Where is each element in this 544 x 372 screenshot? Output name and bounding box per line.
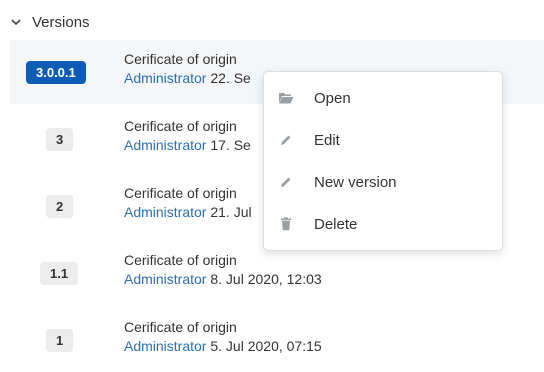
trash-icon [278, 216, 294, 232]
version-date: 17. Se [210, 137, 251, 153]
version-title: Cerificate of origin [124, 118, 237, 134]
context-menu-item-delete[interactable]: Delete [264, 203, 502, 245]
version-date: 21. Jul [210, 204, 252, 220]
version-meta: Administrator 21. Jul [124, 204, 252, 220]
version-badge: 1.1 [40, 262, 79, 285]
version-badge: 1 [46, 329, 74, 352]
chevron-down-icon[interactable] [8, 14, 24, 30]
version-title: Cerificate of origin [124, 319, 237, 335]
version-date: 22. Se [210, 70, 251, 86]
version-meta: Administrator 17. Se [124, 137, 251, 153]
context-menu-item-new-version[interactable]: New version [264, 161, 502, 203]
version-author-link[interactable]: Administrator [124, 70, 206, 86]
version-badge: 3 [46, 128, 74, 151]
version-author-link[interactable]: Administrator [124, 137, 206, 153]
context-menu: Open Edit New version Delete [263, 71, 503, 251]
version-title: Cerificate of origin [124, 51, 237, 67]
version-meta: Administrator 5. Jul 2020, 07:15 [124, 338, 322, 354]
version-badge: 2 [46, 195, 74, 218]
version-date: 5. Jul 2020, 07:15 [210, 338, 322, 354]
version-author-link[interactable]: Administrator [124, 271, 206, 287]
version-title: Cerificate of origin [124, 252, 237, 268]
context-menu-label: Edit [314, 131, 340, 149]
version-title: Cerificate of origin [124, 185, 237, 201]
pencil-icon [278, 132, 294, 148]
context-menu-label: Open [314, 89, 351, 107]
version-meta: Administrator 8. Jul 2020, 12:03 [124, 271, 322, 287]
version-meta: Administrator 22. Se [124, 70, 251, 86]
context-menu-label: New version [314, 173, 397, 191]
version-author-link[interactable]: Administrator [124, 204, 206, 220]
folder-open-icon [278, 90, 294, 106]
version-badge: 3.0.0.1 [26, 61, 86, 84]
pencil-icon [278, 174, 294, 190]
versions-section-title: Versions [32, 13, 90, 31]
context-menu-label: Delete [314, 215, 358, 233]
version-date: 8. Jul 2020, 12:03 [210, 271, 322, 287]
context-menu-item-edit[interactable]: Edit [264, 119, 502, 161]
versions-section-header[interactable]: Versions [8, 10, 90, 34]
version-author-link[interactable]: Administrator [124, 338, 206, 354]
version-row[interactable]: 1 Cerificate of origin Administrator 5. … [10, 308, 544, 372]
context-menu-item-open[interactable]: Open [264, 77, 502, 119]
